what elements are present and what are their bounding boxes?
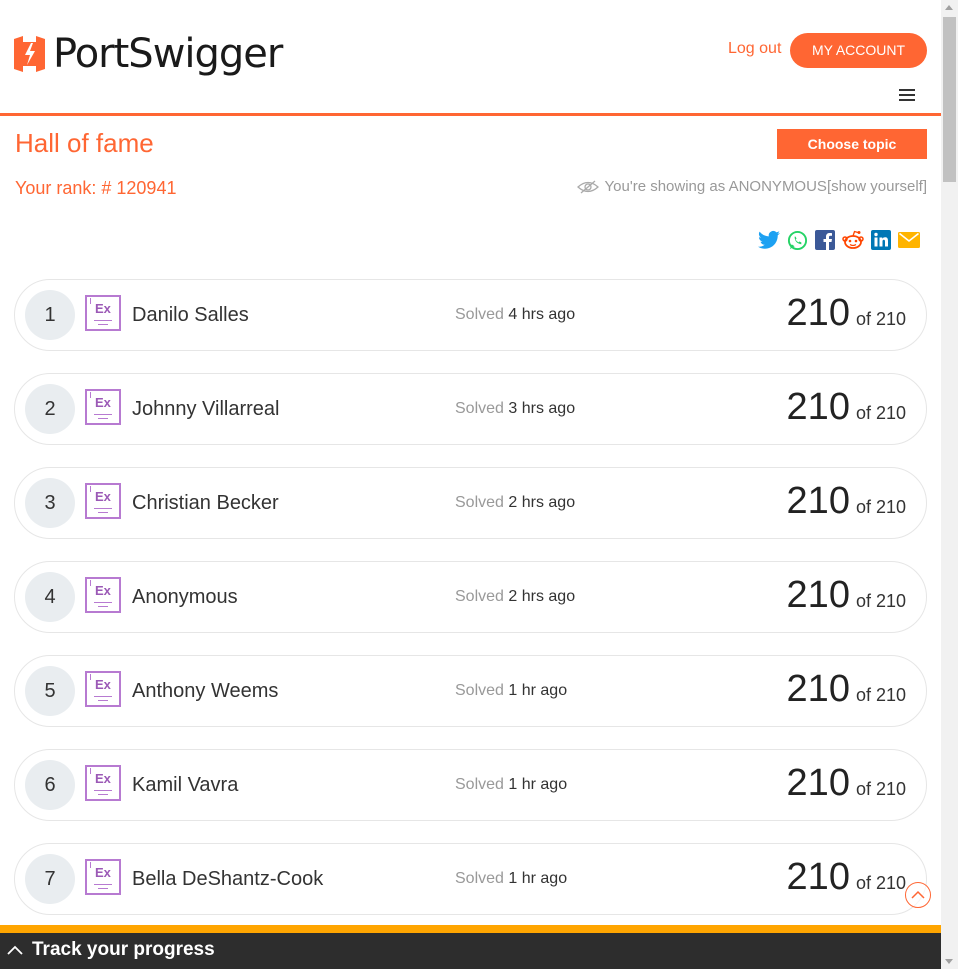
rank-number: 7 xyxy=(25,854,75,904)
whatsapp-icon[interactable] xyxy=(786,229,808,251)
score-total: of 210 xyxy=(855,591,906,611)
eye-slash-icon xyxy=(576,180,599,193)
solved-time: Solved 4 hrs ago xyxy=(455,306,576,323)
user-name: Bella DeShantz-Cook xyxy=(132,868,324,890)
leaderboard-row[interactable]: 6 Ex Kamil Vavra Solved 1 hr ago 210 of … xyxy=(14,749,927,821)
score-total: of 210 xyxy=(855,309,906,329)
anonymous-text: You're showing as ANONYMOUS xyxy=(604,178,827,195)
score: 210 of 210 xyxy=(787,762,906,805)
brand-name: PortSwigger xyxy=(53,31,283,77)
score: 210 of 210 xyxy=(787,856,906,899)
expert-badge-icon: Ex xyxy=(85,671,121,707)
solved-time: Solved 2 hrs ago xyxy=(455,588,576,605)
portswigger-logo[interactable]: PortSwigger xyxy=(14,31,283,77)
user-name: Anthony Weems xyxy=(132,680,279,702)
solved-time: Solved 1 hr ago xyxy=(455,870,568,887)
chevron-up-icon xyxy=(911,890,925,899)
leaderboard-row[interactable]: 4 Ex Anonymous Solved 2 hrs ago 210 of 2… xyxy=(14,561,927,633)
portswigger-logo-icon xyxy=(14,36,45,72)
my-account-button[interactable]: MY ACCOUNT xyxy=(790,33,927,68)
rank-number: 1 xyxy=(25,290,75,340)
expert-badge-icon: Ex xyxy=(85,389,121,425)
page-title: Hall of fame xyxy=(15,128,154,158)
share-bar xyxy=(758,229,920,251)
show-yourself-link[interactable]: [show yourself] xyxy=(827,178,927,195)
linkedin-icon[interactable] xyxy=(870,229,892,251)
scrollbar-thumb[interactable] xyxy=(943,17,956,182)
solved-time: Solved 2 hrs ago xyxy=(455,494,576,511)
user-name: Johnny Villarreal xyxy=(132,398,280,420)
score: 210 of 210 xyxy=(787,386,906,429)
menu-icon[interactable] xyxy=(899,89,915,103)
score: 210 of 210 xyxy=(787,574,906,617)
badge-label: Ex xyxy=(95,771,111,786)
badge-label: Ex xyxy=(95,677,111,692)
leaderboard-row[interactable]: 1 Ex Danilo Salles Solved 4 hrs ago 210 … xyxy=(14,279,927,351)
score-value: 210 xyxy=(786,762,850,804)
solved-time: Solved 3 hrs ago xyxy=(455,400,576,417)
twitter-icon[interactable] xyxy=(758,229,780,251)
reddit-icon[interactable] xyxy=(842,229,864,251)
leaderboard-row[interactable]: 2 Ex Johnny Villarreal Solved 3 hrs ago … xyxy=(14,373,927,445)
score-value: 210 xyxy=(786,386,850,428)
leaderboard-row[interactable]: 5 Ex Anthony Weems Solved 1 hr ago 210 o… xyxy=(14,655,927,727)
user-name: Anonymous xyxy=(132,586,238,608)
badge-label: Ex xyxy=(95,301,111,316)
scroll-down-arrow-icon[interactable] xyxy=(945,959,953,964)
expert-badge-icon: Ex xyxy=(85,577,121,613)
user-name: Christian Becker xyxy=(132,492,279,514)
score-total: of 210 xyxy=(855,685,906,705)
scroll-up-arrow-icon[interactable] xyxy=(945,5,953,10)
score: 210 of 210 xyxy=(787,480,906,523)
solved-time: Solved 1 hr ago xyxy=(455,682,568,699)
anonymous-status: You're showing as ANONYMOUS [show yourse… xyxy=(576,178,927,195)
user-name: Danilo Salles xyxy=(132,304,249,326)
badge-label: Ex xyxy=(95,395,111,410)
score-total: of 210 xyxy=(855,403,906,423)
logout-link[interactable]: Log out xyxy=(728,40,781,58)
choose-topic-button[interactable]: Choose topic xyxy=(777,129,927,159)
user-rank: Your rank: # 120941 xyxy=(15,178,177,198)
expert-badge-icon: Ex xyxy=(85,483,121,519)
expert-badge-icon: Ex xyxy=(85,859,121,895)
rank-number: 4 xyxy=(25,572,75,622)
badge-label: Ex xyxy=(95,489,111,504)
track-progress-toggle[interactable]: Track your progress xyxy=(0,933,941,969)
score-value: 210 xyxy=(786,574,850,616)
scroll-to-top-button[interactable] xyxy=(905,882,931,908)
score-value: 210 xyxy=(786,292,850,334)
rank-number: 2 xyxy=(25,384,75,434)
score-total: of 210 xyxy=(855,497,906,517)
score-total: of 210 xyxy=(855,873,906,893)
chevron-up-icon xyxy=(7,945,23,955)
leaderboard-list: 1 Ex Danilo Salles Solved 4 hrs ago 210 … xyxy=(14,279,927,937)
expert-badge-icon: Ex xyxy=(85,295,121,331)
rank-number: 3 xyxy=(25,478,75,528)
rank-number: 5 xyxy=(25,666,75,716)
badge-label: Ex xyxy=(95,865,111,880)
rank-number: 6 xyxy=(25,760,75,810)
track-progress-bar: Track your progress xyxy=(0,925,941,969)
user-name: Kamil Vavra xyxy=(132,774,239,796)
badge-label: Ex xyxy=(95,583,111,598)
leaderboard-row[interactable]: 3 Ex Christian Becker Solved 2 hrs ago 2… xyxy=(14,467,927,539)
email-icon[interactable] xyxy=(898,229,920,251)
solved-time: Solved 1 hr ago xyxy=(455,776,568,793)
score-value: 210 xyxy=(786,856,850,898)
score: 210 of 210 xyxy=(787,668,906,711)
score: 210 of 210 xyxy=(787,292,906,335)
site-header: PortSwigger Log out MY ACCOUNT xyxy=(0,0,941,116)
score-total: of 210 xyxy=(855,779,906,799)
leaderboard-row[interactable]: 7 Ex Bella DeShantz-Cook Solved 1 hr ago… xyxy=(14,843,927,915)
score-value: 210 xyxy=(786,480,850,522)
track-progress-label: Track your progress xyxy=(32,939,215,960)
expert-badge-icon: Ex xyxy=(85,765,121,801)
facebook-icon[interactable] xyxy=(814,229,836,251)
score-value: 210 xyxy=(786,668,850,710)
vertical-scrollbar[interactable] xyxy=(941,0,958,969)
